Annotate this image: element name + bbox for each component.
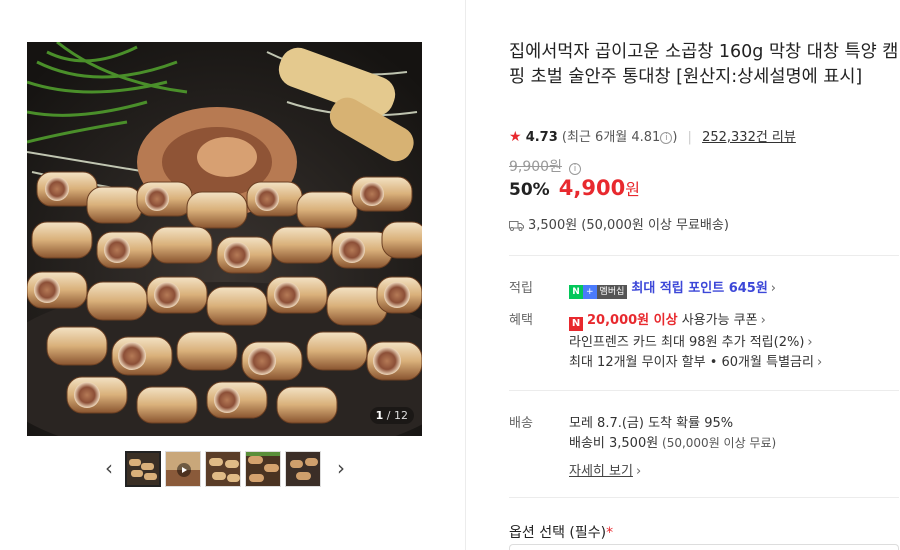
rating-row: ★ 4.73 (최근 6개월 4.81 i) | 252,332건 리뷰 [509, 126, 796, 145]
price-info-icon[interactable]: i [569, 157, 581, 176]
thumbnail-image [127, 453, 159, 485]
installment-row[interactable]: 최대 12개월 무이자 할부 • 60개월 특별금리 › [569, 351, 822, 370]
product-info-panel: 집에서먹자 곱이고운 소곱창 160g 막창 대창 특양 캠핑 초벌 술안주 통… [467, 0, 900, 550]
prev-arrow-icon[interactable]: ‹ [100, 456, 118, 480]
recent-rating: (최근 6개월 4.81 i) [561, 130, 678, 145]
star-icon: ★ [509, 129, 522, 145]
review-count-link[interactable]: 252,332건 리뷰 [702, 130, 796, 145]
product-gallery: 1 / 12 ‹ › [0, 0, 466, 550]
sale-price: 4,900 [558, 176, 626, 200]
naver-plus-membership-badge: N + 멤버십 [569, 285, 628, 299]
delivery-fee: 배송비 3,500원 (50,000원 이상 무료) [569, 436, 777, 451]
main-product-image[interactable]: 1 / 12 [27, 42, 422, 436]
thumbnail-2-video[interactable] [165, 451, 201, 487]
sale-price-row: 50% 4,900원 [509, 176, 640, 200]
perks-label: 혜택 [509, 313, 533, 328]
naver-logo-icon: N [569, 317, 583, 331]
card-benefit-row[interactable]: 라인프렌즈 카드 최대 98원 추가 적립(2%) › [569, 331, 813, 350]
image-counter: 1 / 12 [369, 407, 414, 424]
grilled-gopchang-photo [27, 42, 422, 436]
thumbnail-strip: ‹ › [100, 450, 350, 488]
delivery-detail-link[interactable]: 자세히 보기 › [569, 460, 641, 479]
delivery-label: 배송 [509, 416, 533, 431]
thumbnail-image [206, 452, 240, 486]
shipping-summary: 3,500원 (50,000원 이상 무료배송) [509, 214, 729, 233]
thumbnail-4[interactable] [245, 451, 281, 487]
rating-score: 4.73 [525, 130, 558, 145]
divider [509, 255, 899, 256]
divider [509, 497, 899, 498]
option-select-title: 옵션 선택 (필수)* [509, 525, 614, 541]
thumbnail-image [166, 452, 200, 486]
points-label: 적립 [509, 281, 533, 296]
truck-icon [509, 221, 524, 231]
delivery-eta: 모레 8.7.(금) 도착 확률 95% [569, 416, 734, 431]
thumbnail-image [286, 452, 320, 486]
option-select-dropdown[interactable] [509, 544, 899, 550]
points-row[interactable]: N + 멤버십 최대 적립 포인트 645원 › [569, 277, 776, 299]
divider [509, 390, 899, 391]
sale-price-unit: 원 [625, 180, 640, 199]
chevron-right-icon: › [807, 335, 813, 350]
chevron-right-icon: › [760, 313, 766, 328]
info-icon[interactable]: i [660, 132, 673, 144]
discount-rate: 50% [509, 180, 550, 200]
chevron-right-icon: › [635, 464, 642, 479]
required-mark: * [606, 525, 614, 541]
thumbnail-1[interactable] [125, 451, 161, 487]
separator: | [687, 130, 692, 145]
thumbnail-3[interactable] [205, 451, 241, 487]
coupon-row[interactable]: N 20,000원 이상 사용가능 쿠폰 › [569, 309, 766, 331]
thumbnail-5[interactable] [285, 451, 321, 487]
chevron-right-icon: › [816, 355, 823, 370]
product-title: 집에서먹자 곱이고운 소곱창 160g 막창 대창 특양 캠핑 초벌 술안주 통… [509, 42, 899, 87]
chevron-right-icon: › [770, 281, 776, 296]
thumbnail-image [246, 452, 280, 486]
original-price: 9,900원 [509, 159, 562, 175]
next-arrow-icon[interactable]: › [332, 456, 350, 480]
